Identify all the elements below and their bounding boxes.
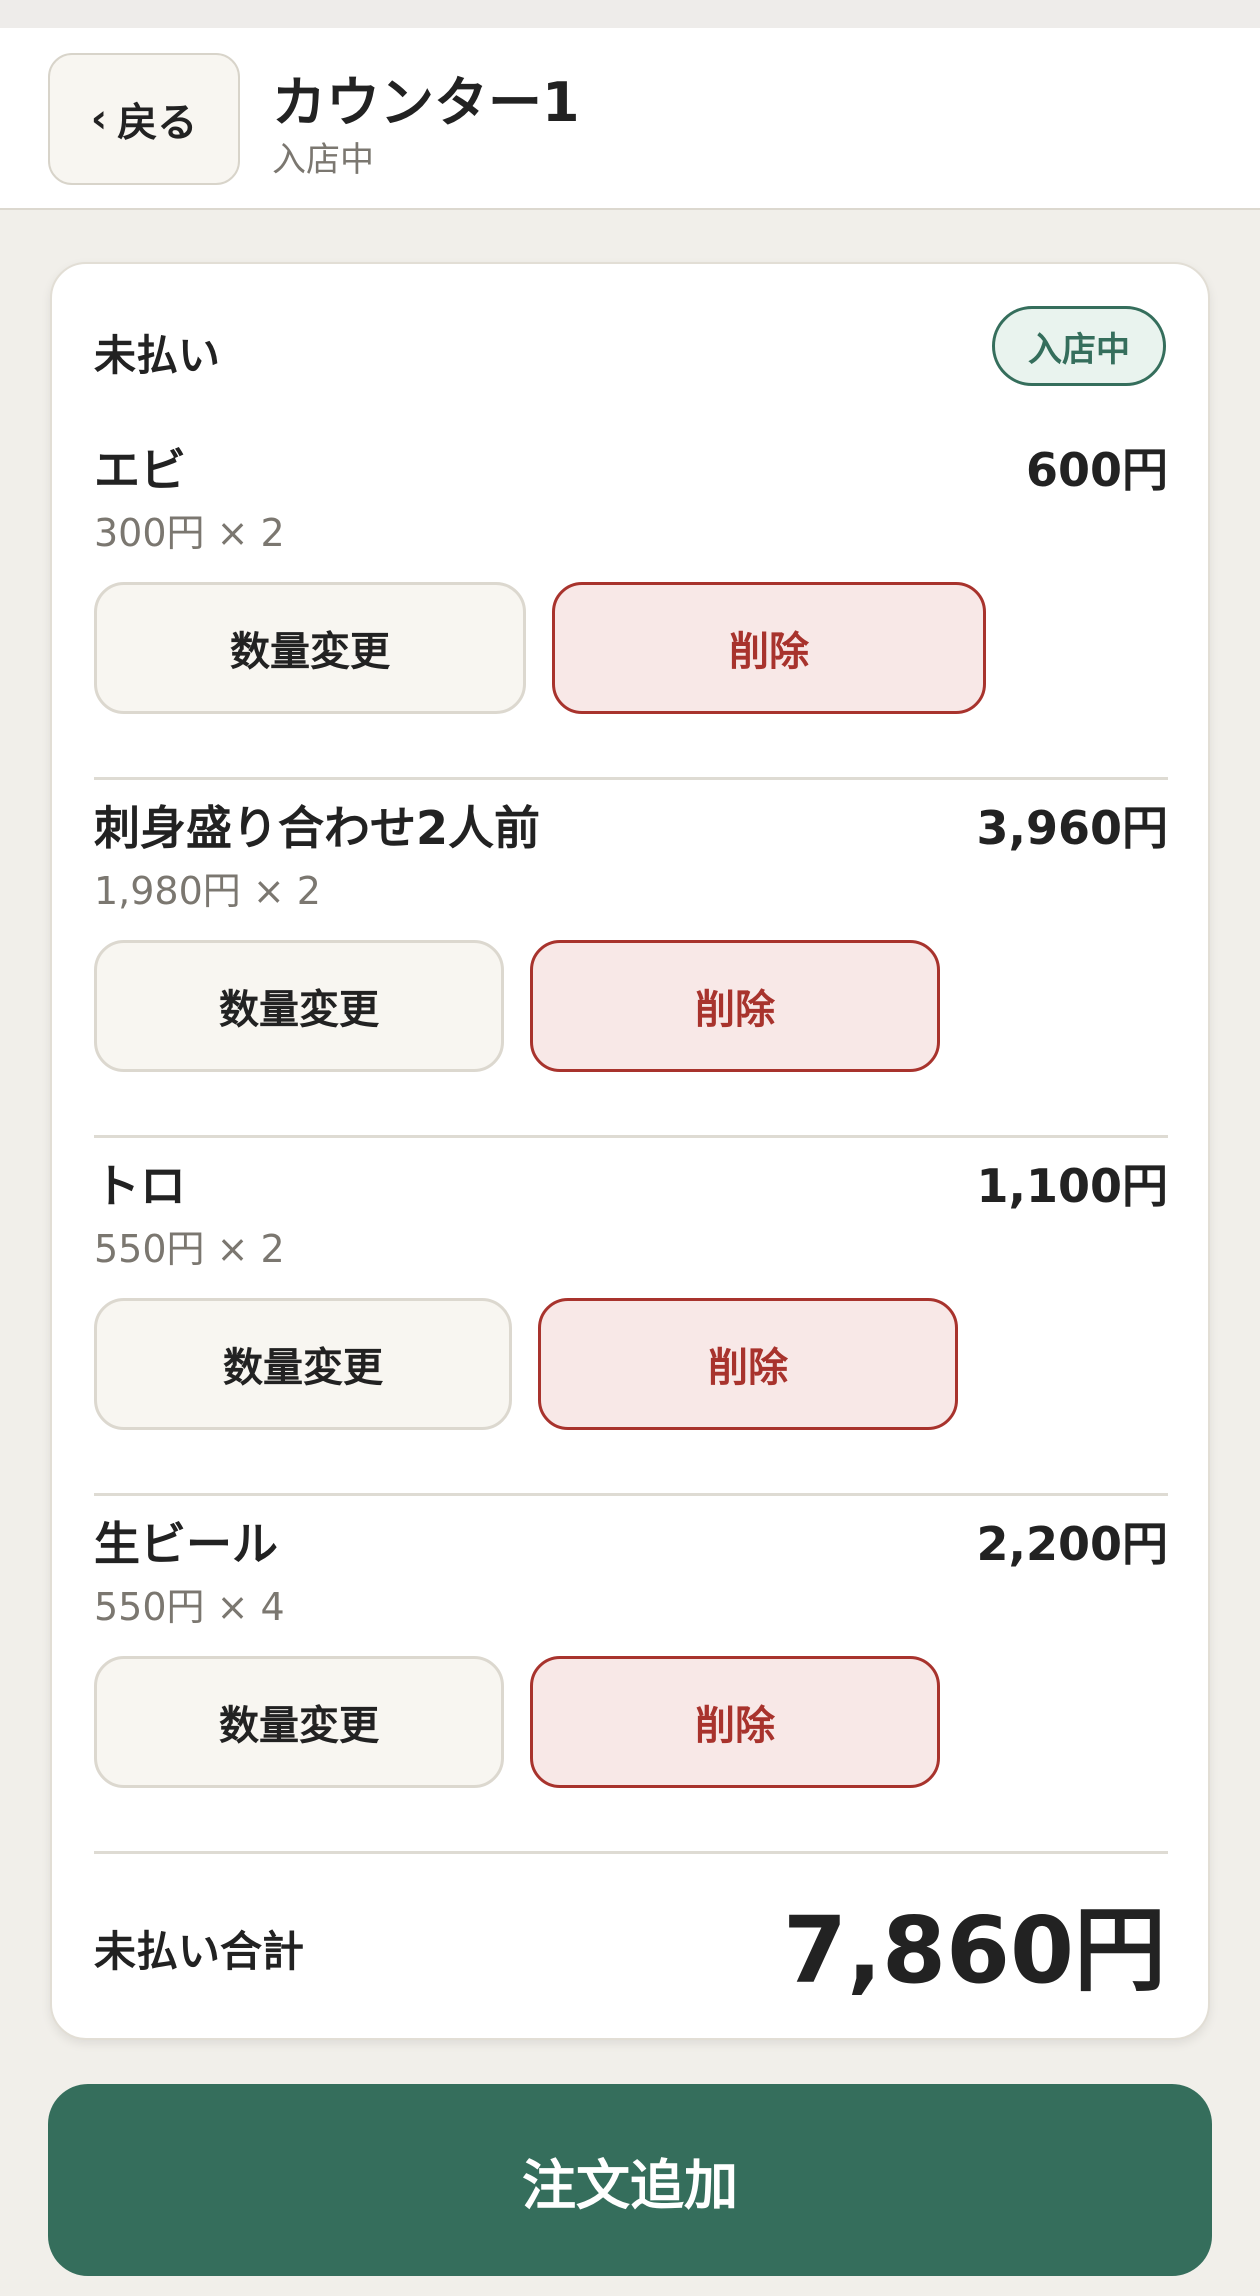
status-bar-strip <box>0 0 1260 28</box>
item-price: 3,960円 <box>976 801 1168 855</box>
page-header: ‹ 戻る カウンター1 入店中 <box>0 28 1260 210</box>
status-badge: 入店中 <box>992 306 1166 386</box>
delete-button[interactable]: 削除 <box>530 1656 940 1788</box>
order-item: エビ 600円 300円 × 2 数量変更 削除 <box>94 422 1168 780</box>
order-item: 刺身盛り合わせ2人前 3,960円 1,980円 × 2 数量変更 削除 <box>94 780 1168 1138</box>
back-button-label: 戻る <box>117 100 198 146</box>
back-button[interactable]: ‹ 戻る <box>48 53 240 185</box>
unpaid-order-card: 未払い 入店中 エビ 600円 300円 × 2 数量変更 削除 刺身盛り合わせ… <box>50 262 1210 2040</box>
order-item: トロ 1,100円 550円 × 2 数量変更 削除 <box>94 1138 1168 1496</box>
item-name: 刺身盛り合わせ2人前 <box>94 801 541 855</box>
item-price: 1,100円 <box>976 1159 1168 1213</box>
order-item: 生ビール 2,200円 550円 × 4 数量変更 削除 <box>94 1496 1168 1854</box>
item-name: 生ビール <box>94 1517 278 1571</box>
item-price: 2,200円 <box>976 1517 1168 1571</box>
item-unit-price: 550円 × 4 <box>94 1585 285 1629</box>
unpaid-total-value: 7,860円 <box>782 1897 1166 2004</box>
change-quantity-button[interactable]: 数量変更 <box>94 1298 512 1430</box>
item-unit-price: 1,980円 × 2 <box>94 869 321 913</box>
chevron-left-icon: ‹ <box>90 96 108 142</box>
item-price: 600円 <box>1025 443 1168 497</box>
item-name: トロ <box>94 1159 186 1213</box>
add-order-button[interactable]: 注文追加 <box>48 2084 1212 2276</box>
item-unit-price: 300円 × 2 <box>94 511 285 555</box>
change-quantity-button[interactable]: 数量変更 <box>94 940 504 1072</box>
card-heading: 未払い <box>94 331 221 380</box>
item-unit-price: 550円 × 2 <box>94 1227 285 1271</box>
change-quantity-button[interactable]: 数量変更 <box>94 1656 504 1788</box>
item-name: エビ <box>94 443 186 497</box>
delete-button[interactable]: 削除 <box>552 582 986 714</box>
change-quantity-button[interactable]: 数量変更 <box>94 582 526 714</box>
delete-button[interactable]: 削除 <box>538 1298 958 1430</box>
page-subtitle: 入店中 <box>272 140 374 180</box>
page-title: カウンター1 <box>272 71 580 134</box>
unpaid-total-label: 未払い合計 <box>94 1927 305 1976</box>
delete-button[interactable]: 削除 <box>530 940 940 1072</box>
